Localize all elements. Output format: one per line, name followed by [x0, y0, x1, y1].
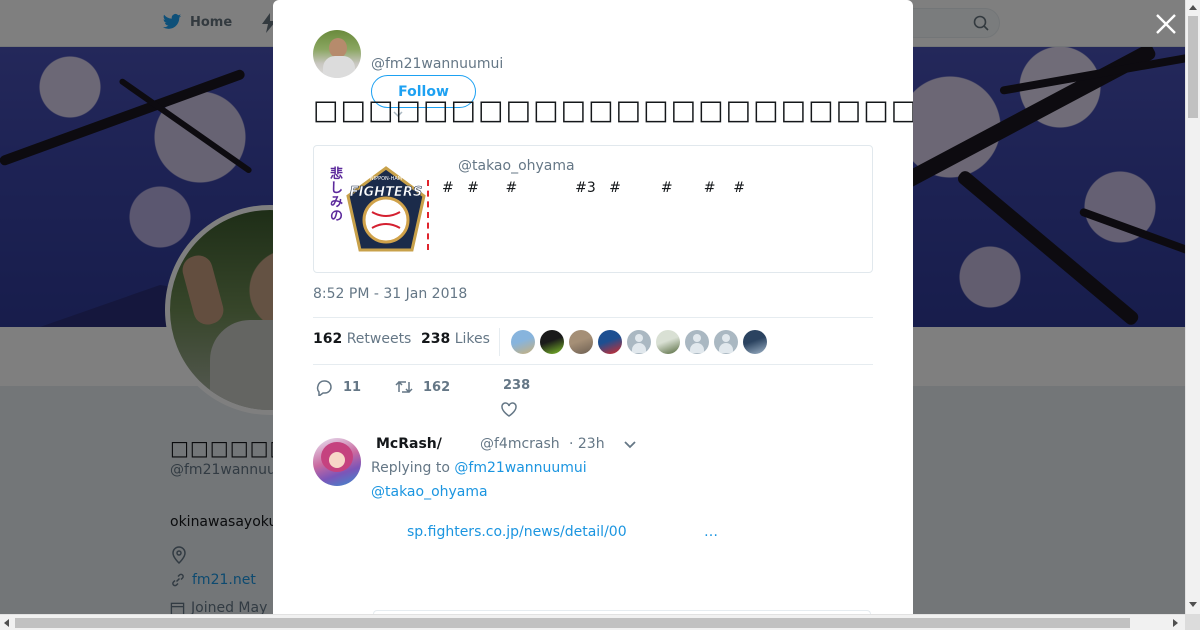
avatar-face-shape — [329, 38, 347, 58]
scroll-left-arrow[interactable] — [4, 619, 9, 627]
logo-title: FIGHTERS — [350, 185, 422, 200]
replying-prefix: Replying to — [371, 460, 450, 476]
reply-author-name[interactable]: McRash/ — [376, 436, 442, 452]
liker-avatar[interactable] — [511, 330, 535, 354]
liker-avatar[interactable] — [569, 330, 593, 354]
liker-avatar[interactable] — [656, 330, 680, 354]
retweet-icon — [395, 380, 413, 394]
quoted-tweet-text: # # # #3 # # # # — [442, 180, 746, 196]
retweet-count: 162 — [423, 379, 451, 395]
tweet-stats: 162 Retweets 238 Likes — [313, 317, 873, 365]
horizontal-scroll-thumb[interactable] — [15, 618, 1130, 628]
quoted-tweet-card[interactable]: 悲しみの NIPPON-HAM FIGHTERS @takao_ohyama #… — [313, 145, 873, 273]
image-red-marks — [427, 180, 429, 250]
author-avatar[interactable] — [313, 30, 361, 78]
tweet-modal: @fm21wannuumui Follow □□□□□□□□□□□□□□□□□□… — [273, 0, 913, 614]
reply-icon — [316, 380, 332, 396]
avatar-body-shape — [323, 56, 355, 78]
reply-link-ellipsis[interactable]: … — [704, 524, 718, 540]
quoted-tweet-handle[interactable]: @takao_ohyama — [458, 158, 575, 174]
heart-icon[interactable] — [500, 401, 518, 419]
avatar-face-shape — [329, 452, 345, 468]
fighters-logo-icon: NIPPON-HAM FIGHTERS — [346, 166, 426, 252]
chevron-down-icon[interactable] — [623, 440, 637, 450]
reply-count: 11 — [343, 379, 362, 395]
vertical-scroll-thumb[interactable] — [1188, 16, 1198, 118]
tweet-text: □□□□□□□□□□□□□□□□□□□□□□□□□□□□□□□□□□□□□□□□… — [313, 95, 913, 126]
tweet-timestamp[interactable]: 8:52 PM - 31 Jan 2018 — [313, 286, 467, 302]
likes-label: Likes — [454, 331, 490, 347]
tweet-actions: 11 162 238 — [313, 374, 873, 424]
like-count-wrapper[interactable]: 238 — [503, 378, 530, 393]
likes-stat[interactable]: 238 Likes — [421, 331, 490, 347]
logo-subtitle: NIPPON-HAM — [370, 176, 402, 182]
retweet-button[interactable]: 162 — [395, 378, 450, 396]
liker-avatar[interactable] — [685, 330, 709, 354]
liker-avatar[interactable] — [714, 330, 738, 354]
retweets-count: 162 — [313, 331, 343, 347]
likes-count: 238 — [421, 331, 451, 347]
liker-avatar[interactable] — [598, 330, 622, 354]
liker-avatar[interactable] — [627, 330, 651, 354]
replying-to-line: Replying to @fm21wannuumui — [371, 460, 587, 476]
reply-mention[interactable]: @takao_ohyama — [371, 484, 488, 500]
reply-author-handle[interactable]: @f4mcrash — [480, 436, 560, 452]
author-handle[interactable]: @fm21wannuumui — [371, 56, 503, 72]
retweets-label: Retweets — [346, 331, 412, 347]
scrollbar-corner — [1185, 614, 1200, 630]
like-count: 238 — [503, 378, 531, 393]
horizontal-scrollbar[interactable] — [0, 614, 1185, 630]
retweet-stat[interactable]: 162 Retweets — [313, 331, 411, 347]
liker-avatar[interactable] — [743, 330, 767, 354]
liker-avatar[interactable] — [540, 330, 564, 354]
vertical-scrollbar[interactable] — [1185, 0, 1200, 614]
stats-divider — [499, 328, 500, 356]
reply-button[interactable]: 11 — [315, 378, 361, 396]
close-icon[interactable] — [1154, 12, 1178, 36]
quoted-tweet-image: 悲しみの NIPPON-HAM FIGHTERS — [324, 160, 434, 260]
scroll-down-arrow[interactable] — [1189, 602, 1197, 607]
scroll-right-arrow[interactable] — [1173, 619, 1178, 627]
scroll-up-arrow[interactable] — [1189, 5, 1197, 10]
reply-time[interactable]: · 23h — [569, 436, 605, 452]
replying-to-link[interactable]: @fm21wannuumui — [454, 460, 586, 476]
reply-author-avatar[interactable] — [313, 438, 361, 486]
reply-link[interactable]: sp.fighters.co.jp/news/detail/00 — [407, 524, 627, 540]
